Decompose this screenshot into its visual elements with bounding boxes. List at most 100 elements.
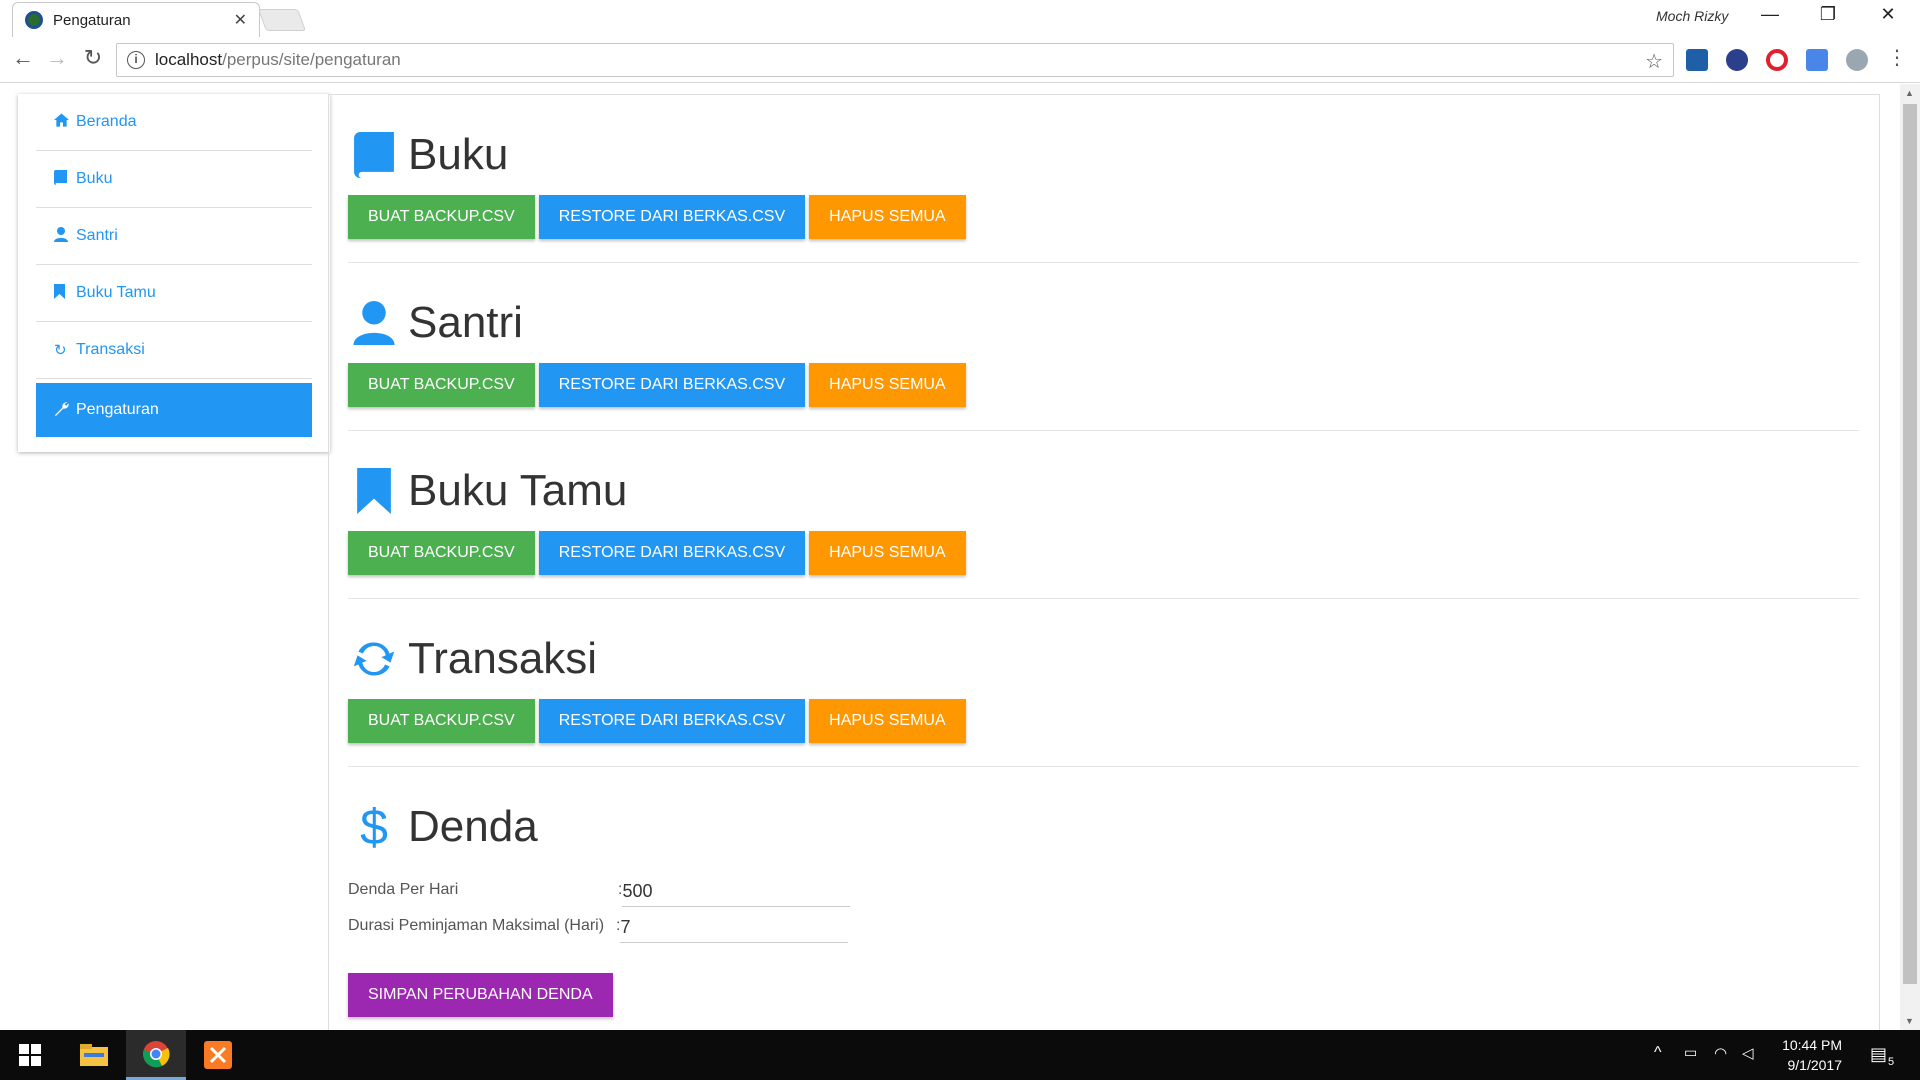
button-row: BUAT BACKUP.CSV RESTORE DARI BERKAS.CSV … bbox=[348, 363, 1859, 407]
sidebar-item-label: Santri bbox=[76, 227, 118, 244]
tab-close-icon[interactable]: ✕ bbox=[234, 10, 247, 30]
browser-toolbar: ← → ↻ i localhost /perpus/site/pengatura… bbox=[0, 37, 1920, 83]
xampp-icon bbox=[204, 1041, 232, 1069]
menu-kebab-icon[interactable]: ⋮ bbox=[1882, 45, 1912, 70]
windows-logo-icon bbox=[19, 1044, 41, 1066]
forward-arrow-icon[interactable]: → bbox=[42, 45, 72, 71]
minimize-icon[interactable]: — bbox=[1746, 4, 1794, 25]
sidebar-item-label: Beranda bbox=[76, 113, 137, 130]
new-tab-button[interactable] bbox=[257, 9, 307, 31]
durasi-input[interactable] bbox=[620, 913, 849, 943]
section-transaksi: Transaksi BUAT BACKUP.CSV RESTORE DARI B… bbox=[348, 599, 1859, 767]
battery-icon[interactable]: ▭ bbox=[1684, 1044, 1697, 1061]
transaksi-delete-all-button[interactable]: HAPUS SEMUA bbox=[809, 699, 966, 743]
sidebar-item-beranda[interactable]: Beranda bbox=[36, 94, 312, 151]
extension-translate-icon[interactable] bbox=[1806, 49, 1828, 71]
browser-titlebar: Pengaturan ✕ Moch Rizky — ❐ ✕ bbox=[0, 0, 1920, 37]
close-window-icon[interactable]: ✕ bbox=[1864, 4, 1912, 25]
denda-per-hari-label: Denda Per Hari bbox=[348, 881, 459, 898]
user-icon bbox=[348, 299, 400, 347]
clock[interactable]: 10:44 PM 9/1/2017 bbox=[1762, 1035, 1842, 1075]
refresh-icon: ↻ bbox=[54, 342, 67, 359]
extension-opera-icon[interactable] bbox=[1766, 49, 1788, 71]
dollar-icon: $ bbox=[360, 799, 388, 855]
section-title: Buku Tamu bbox=[348, 461, 1859, 521]
transaksi-backup-button[interactable]: BUAT BACKUP.CSV bbox=[348, 699, 535, 743]
santri-delete-all-button[interactable]: HAPUS SEMUA bbox=[809, 363, 966, 407]
sidebar-item-santri[interactable]: Santri bbox=[36, 208, 312, 265]
home-icon bbox=[54, 113, 72, 131]
denda-per-hari-input[interactable] bbox=[622, 877, 851, 907]
taskbar: ^ ▭ ◠ ◁ 10:44 PM 9/1/2017 ▤ 5 bbox=[0, 1030, 1920, 1080]
url-path: /perpus/site/pengaturan bbox=[222, 50, 401, 69]
clock-date: 9/1/2017 bbox=[1787, 1057, 1843, 1073]
santri-restore-button[interactable]: RESTORE DARI BERKAS.CSV bbox=[538, 363, 806, 407]
volume-icon[interactable]: ◁ bbox=[1742, 1044, 1754, 1062]
extension-generic-icon[interactable] bbox=[1846, 49, 1868, 71]
page-scrollbar[interactable]: ▲ ▼ bbox=[1900, 84, 1920, 1030]
chrome-taskbar-button[interactable] bbox=[126, 1030, 186, 1080]
section-title-text: Santri bbox=[408, 298, 523, 347]
chrome-icon bbox=[143, 1040, 170, 1067]
address-bar[interactable]: i localhost /perpus/site/pengaturan ☆ bbox=[116, 43, 1674, 77]
reload-icon[interactable]: ↻ bbox=[78, 45, 108, 71]
sidebar-item-label: Buku Tamu bbox=[76, 284, 156, 301]
button-row: BUAT BACKUP.CSV RESTORE DARI BERKAS.CSV … bbox=[348, 195, 1859, 239]
durasi-row: Durasi Peminjaman Maksimal (Hari) : bbox=[348, 907, 1859, 943]
notification-center-icon[interactable]: ▤ bbox=[1870, 1044, 1887, 1065]
transaksi-restore-button[interactable]: RESTORE DARI BERKAS.CSV bbox=[538, 699, 806, 743]
sidebar: Beranda Buku Santri Buku Tamu ↻ Transaks… bbox=[18, 94, 330, 452]
tab-title: Pengaturan bbox=[53, 11, 131, 29]
wifi-icon[interactable]: ◠ bbox=[1714, 1044, 1727, 1062]
tray-expand-icon[interactable]: ^ bbox=[1654, 1044, 1662, 1062]
url-host: localhost bbox=[155, 50, 223, 69]
section-title: Santri bbox=[348, 293, 1859, 353]
section-title-text: Transaksi bbox=[408, 634, 598, 683]
scroll-down-icon[interactable]: ▼ bbox=[1905, 1016, 1914, 1026]
sidebar-item-label: Buku bbox=[76, 170, 113, 187]
book-icon bbox=[348, 131, 400, 179]
buku-backup-button[interactable]: BUAT BACKUP.CSV bbox=[348, 195, 535, 239]
section-title-text: Denda bbox=[408, 802, 538, 851]
scroll-up-icon[interactable]: ▲ bbox=[1905, 88, 1914, 98]
sidebar-item-buku-tamu[interactable]: Buku Tamu bbox=[36, 265, 312, 322]
save-denda-button[interactable]: SIMPAN PERUBAHAN DENDA bbox=[348, 973, 613, 1017]
info-icon[interactable]: i bbox=[127, 51, 145, 69]
extension-download-icon[interactable] bbox=[1686, 49, 1708, 71]
section-title-text: Buku bbox=[408, 130, 509, 179]
bookmark-icon bbox=[348, 467, 400, 515]
scrollbar-thumb[interactable] bbox=[1903, 104, 1917, 984]
start-button[interactable] bbox=[0, 1030, 60, 1080]
section-buku-tamu: Buku Tamu BUAT BACKUP.CSV RESTORE DARI B… bbox=[348, 431, 1859, 599]
section-denda: $ Denda Denda Per Hari : Durasi Peminjam… bbox=[348, 767, 1859, 1017]
sidebar-item-pengaturan[interactable]: Pengaturan bbox=[36, 383, 312, 437]
site-favicon-icon bbox=[25, 11, 43, 29]
durasi-label: Durasi Peminjaman Maksimal (Hari) bbox=[348, 917, 605, 934]
buku-delete-all-button[interactable]: HAPUS SEMUA bbox=[809, 195, 966, 239]
buku-tamu-delete-all-button[interactable]: HAPUS SEMUA bbox=[809, 531, 966, 575]
section-title: Buku bbox=[348, 125, 1859, 185]
section-title: $ Denda bbox=[348, 797, 1859, 857]
clock-time: 10:44 PM bbox=[1782, 1037, 1842, 1053]
extension-globe-icon[interactable] bbox=[1726, 49, 1748, 71]
file-explorer-button[interactable] bbox=[64, 1030, 124, 1080]
section-buku: Buku BUAT BACKUP.CSV RESTORE DARI BERKAS… bbox=[348, 95, 1859, 263]
section-title: Transaksi bbox=[348, 629, 1859, 689]
sidebar-item-transaksi[interactable]: ↻ Transaksi bbox=[36, 322, 312, 379]
refresh-icon bbox=[348, 635, 400, 683]
denda-form: Denda Per Hari : Durasi Peminjaman Maksi… bbox=[348, 871, 1859, 1017]
bookmark-star-icon[interactable]: ☆ bbox=[1645, 49, 1663, 74]
browser-tab[interactable]: Pengaturan ✕ bbox=[12, 2, 260, 37]
folder-icon bbox=[80, 1044, 108, 1066]
profile-name[interactable]: Moch Rizky bbox=[1656, 8, 1728, 24]
restore-window-icon[interactable]: ❐ bbox=[1804, 4, 1852, 25]
wrench-icon bbox=[54, 401, 72, 420]
back-arrow-icon[interactable]: ← bbox=[8, 45, 38, 71]
buku-tamu-backup-button[interactable]: BUAT BACKUP.CSV bbox=[348, 531, 535, 575]
santri-backup-button[interactable]: BUAT BACKUP.CSV bbox=[348, 363, 535, 407]
bookmark-icon bbox=[54, 283, 72, 303]
buku-restore-button[interactable]: RESTORE DARI BERKAS.CSV bbox=[538, 195, 806, 239]
xampp-taskbar-button[interactable] bbox=[188, 1030, 248, 1080]
sidebar-item-buku[interactable]: Buku bbox=[36, 151, 312, 208]
buku-tamu-restore-button[interactable]: RESTORE DARI BERKAS.CSV bbox=[538, 531, 806, 575]
